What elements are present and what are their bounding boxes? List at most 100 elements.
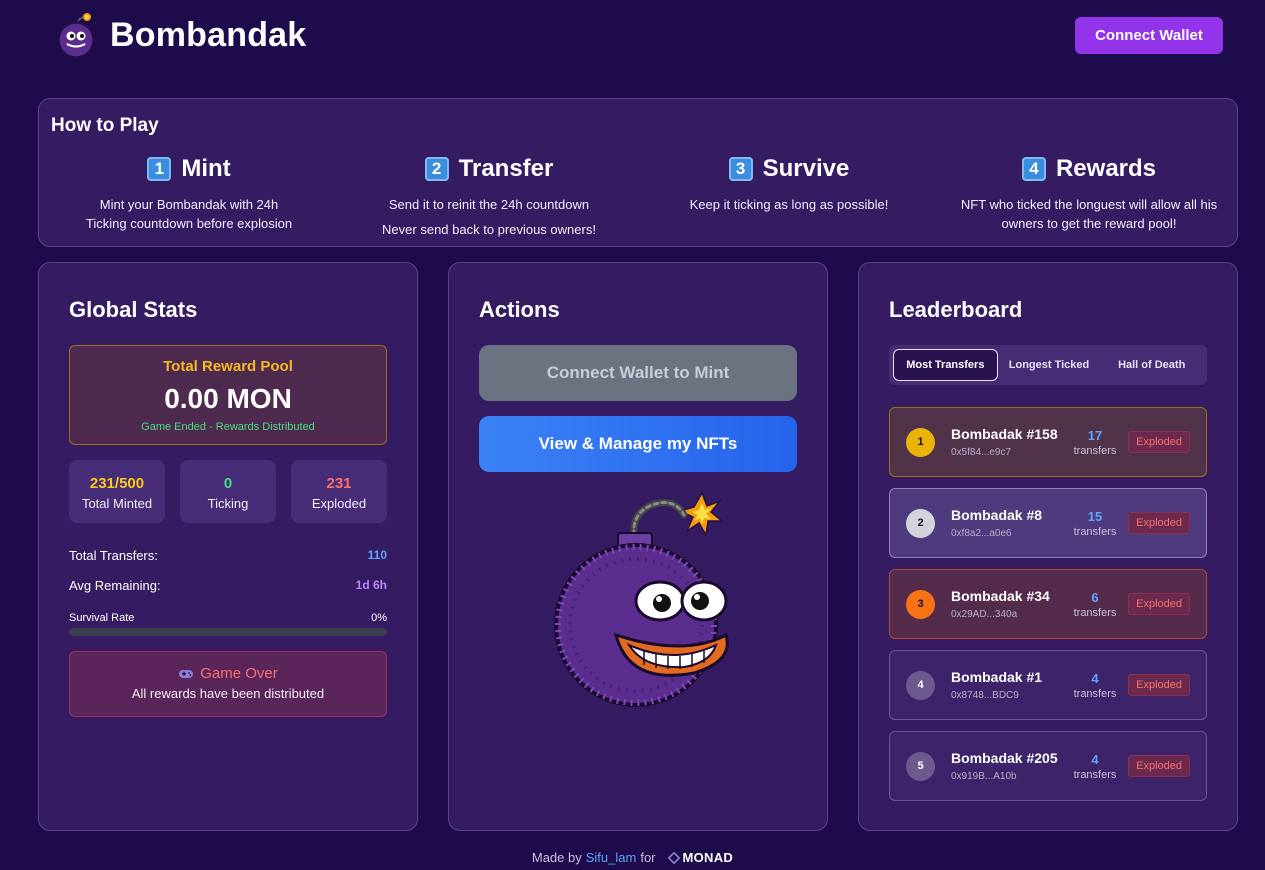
leaderboard-card: Leaderboard Most Transfers Longest Ticke… <box>858 262 1238 831</box>
actions-title: Actions <box>479 297 560 322</box>
stat-value: 0 <box>223 475 233 492</box>
transfer-unit: transfers <box>1073 606 1117 619</box>
footer-made-by: Made by <box>531 850 582 865</box>
bomb-mascot-icon <box>58 13 94 58</box>
step-rewards: 4 Rewards NFT who ticked the longuest wi… <box>939 155 1239 233</box>
tab-longest-ticked[interactable]: Longest Ticked <box>998 349 1101 381</box>
survival-rate-value: 0% <box>371 612 387 624</box>
rank-badge: 1 <box>906 427 935 457</box>
bomb-mascot-icon <box>554 491 729 707</box>
monad-logo-icon <box>667 851 680 864</box>
step-title: Transfer <box>458 155 554 182</box>
app-logo[interactable]: Bombandak <box>56 12 306 58</box>
tab-hall-of-death[interactable]: Hall of Death <box>1100 349 1203 381</box>
leaderboard-row[interactable]: 1 Bombadak #158 0x5f84...e9c7 17 transfe… <box>889 407 1207 477</box>
global-stats-card: Global Stats Total Reward Pool 0.00 MON … <box>38 262 418 831</box>
connect-wallet-button[interactable]: Connect Wallet <box>1075 17 1223 54</box>
connect-wallet-to-mint-button[interactable]: Connect Wallet to Mint <box>479 345 797 401</box>
transfer-unit: transfers <box>1073 768 1117 781</box>
step-title: Rewards <box>1055 155 1157 182</box>
rank-badge: 2 <box>906 508 935 538</box>
survival-rate-bar <box>69 628 387 636</box>
keycap-two-icon: 2 <box>424 157 449 181</box>
how-to-play-title: How to Play <box>51 115 159 136</box>
transfer-unit: transfers <box>1073 687 1117 700</box>
total-transfers-label: Total Transfers: <box>69 548 158 563</box>
owner-address: 0x29AD...340a <box>951 609 1018 620</box>
owner-address: 0x919B...A10b <box>951 771 1017 782</box>
nft-name: Bombadak #158 <box>951 426 1058 442</box>
reward-pool-note: Game Ended - Rewards Distributed <box>141 421 315 433</box>
rank-badge: 5 <box>906 751 935 781</box>
tab-most-transfers[interactable]: Most Transfers <box>893 349 998 381</box>
nft-name: Bombadak #205 <box>951 750 1058 766</box>
view-manage-nfts-button[interactable]: View & Manage my NFTs <box>479 416 797 472</box>
owner-address: 0x5f84...e9c7 <box>951 447 1012 458</box>
avg-remaining-label: Avg Remaining: <box>69 578 161 593</box>
leaderboard-title: Leaderboard <box>889 297 1023 322</box>
step-title: Mint <box>181 155 231 182</box>
status-badge: Exploded <box>1128 674 1190 696</box>
stat-exploded: 231 Exploded <box>291 460 387 523</box>
monad-brand[interactable]: MONAD <box>667 850 734 865</box>
nft-name: Bombadak #34 <box>951 588 1050 604</box>
global-stats-title: Global Stats <box>69 297 198 322</box>
reward-pool-box: Total Reward Pool 0.00 MON Game Ended - … <box>69 345 387 445</box>
step-description: Send it to reinit the 24h countdown <box>388 197 590 212</box>
stat-value: 231 <box>326 475 352 492</box>
transfer-unit: transfers <box>1073 525 1117 538</box>
footer-for: for <box>640 850 656 865</box>
stat-value: 231/500 <box>89 475 145 492</box>
keycap-one-icon: 1 <box>147 157 172 181</box>
leaderboard-tabs: Most Transfers Longest Ticked Hall of De… <box>889 345 1207 385</box>
total-transfers-value: 110 <box>367 548 387 562</box>
monad-text: MONAD <box>682 850 734 865</box>
step-description: Keep it ticking as long as possible! <box>689 197 889 212</box>
nft-name: Bombadak #8 <box>951 507 1043 523</box>
rank-badge: 3 <box>906 589 935 619</box>
leaderboard-row[interactable]: 5 Bombadak #205 0x919B...A10b 4 transfer… <box>889 731 1207 801</box>
step-description: NFT who ticked the longuest will allow a… <box>960 197 1218 231</box>
reward-pool-label: Total Reward Pool <box>163 358 293 375</box>
footer: Made by Sifu_lam for MONAD <box>0 850 1265 865</box>
step-transfer: 2 Transfer Send it to reinit the 24h cou… <box>339 155 639 237</box>
step-mint: 1 Mint Mint your Bombandak with 24h Tick… <box>39 155 339 233</box>
step-description: Mint your Bombandak with 24h Ticking cou… <box>85 197 293 231</box>
stat-label: Exploded <box>311 496 367 511</box>
transfer-count: 4 <box>1091 751 1099 767</box>
stat-label: Ticking <box>207 496 249 511</box>
total-transfers-row: Total Transfers: 110 <box>69 548 387 563</box>
actions-card: Actions Connect Wallet to Mint View & Ma… <box>448 262 828 831</box>
keycap-three-icon: 3 <box>728 157 753 181</box>
stat-ticking: 0 Ticking <box>180 460 276 523</box>
avg-remaining-row: Avg Remaining: 1d 6h <box>69 578 387 593</box>
leaderboard-row[interactable]: 4 Bombadak #1 0x8748...BDC9 4 transfers … <box>889 650 1207 720</box>
status-badge: Exploded <box>1128 593 1190 615</box>
transfer-count: 6 <box>1091 589 1099 605</box>
how-to-play-panel: How to Play 1 Mint Mint your Bombandak w… <box>38 98 1238 247</box>
rank-badge: 4 <box>906 670 935 700</box>
leaderboard-row[interactable]: 2 Bombadak #8 0xf8a2...a0e6 15 transfers… <box>889 488 1207 558</box>
transfer-count: 4 <box>1091 670 1099 686</box>
status-badge: Exploded <box>1128 755 1190 777</box>
transfer-count: 15 <box>1087 508 1103 524</box>
reward-pool-value: 0.00 MON <box>164 383 292 414</box>
stat-total-minted: 231/500 Total Minted <box>69 460 165 523</box>
owner-address: 0xf8a2...a0e6 <box>951 528 1012 539</box>
step-survive: 3 Survive Keep it ticking as long as pos… <box>639 155 939 214</box>
transfer-unit: transfers <box>1073 444 1117 457</box>
keycap-four-icon: 4 <box>1021 157 1046 181</box>
game-over-title: Game Over <box>200 665 278 682</box>
transfer-count: 17 <box>1087 427 1103 443</box>
status-badge: Exploded <box>1128 512 1190 534</box>
owner-address: 0x8748...BDC9 <box>951 690 1019 701</box>
status-badge: Exploded <box>1128 431 1190 453</box>
avg-remaining-value: 1d 6h <box>355 578 387 592</box>
author-link[interactable]: Sifu_lam <box>586 850 637 865</box>
leaderboard-row[interactable]: 3 Bombadak #34 0x29AD...340a 6 transfers… <box>889 569 1207 639</box>
gamepad-icon <box>179 669 194 678</box>
step-title: Survive <box>762 155 850 182</box>
nft-name: Bombadak #1 <box>951 669 1043 685</box>
game-over-description: All rewards have been distributed <box>131 686 325 701</box>
stat-label: Total Minted <box>81 496 153 511</box>
